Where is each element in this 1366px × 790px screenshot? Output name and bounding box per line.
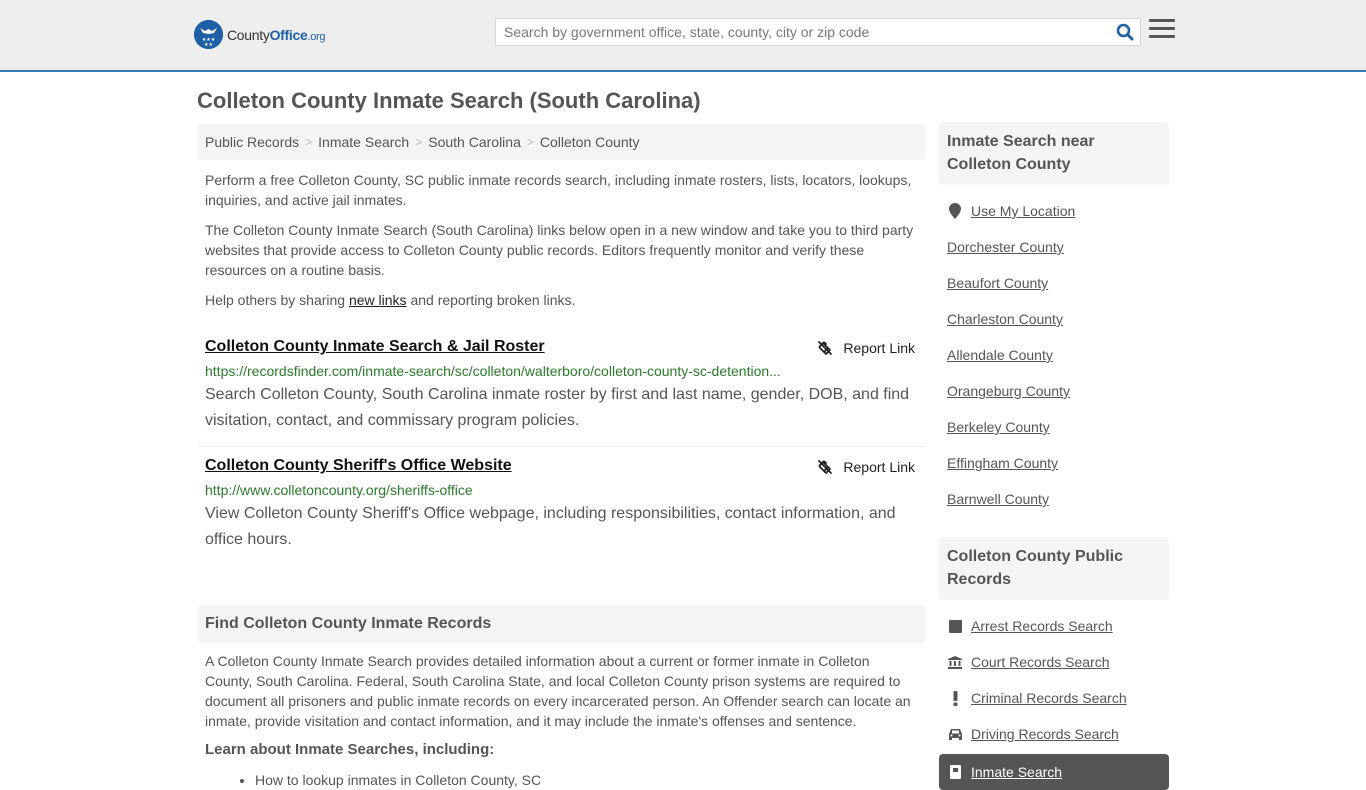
intro-text: Perform a free Colleton County, SC publi… bbox=[197, 170, 925, 310]
nearby-county-link[interactable]: Orangeburg County bbox=[947, 383, 1070, 399]
nearby-county-link[interactable]: Charleston County bbox=[947, 311, 1063, 327]
page-title: Colleton County Inmate Search (South Car… bbox=[197, 88, 701, 113]
eagle-logo-icon: ★★★ ★★ bbox=[194, 20, 223, 49]
new-links-link[interactable]: new links bbox=[349, 292, 407, 308]
public-records-list: Arrest Records Search Court Records Sear… bbox=[939, 608, 1169, 752]
inmate-search-link[interactable]: Inmate Search bbox=[971, 764, 1062, 780]
nearby-item: Dorchester County bbox=[947, 229, 1161, 265]
nearby-county-link[interactable]: Effingham County bbox=[947, 455, 1058, 471]
nearby-item: Allendale County bbox=[947, 337, 1161, 373]
nearby-county-link[interactable]: Beaufort County bbox=[947, 275, 1048, 291]
link-list: Colleton County Inmate Search & Jail Ros… bbox=[197, 328, 925, 565]
record-item: Court Records Search bbox=[947, 644, 1161, 680]
search-button[interactable] bbox=[1110, 19, 1140, 45]
intro-paragraph-3: Help others by sharing new links and rep… bbox=[205, 292, 576, 308]
car-icon bbox=[947, 728, 963, 740]
use-my-location-link[interactable]: Use My Location bbox=[971, 203, 1075, 219]
nearby-heading: Inmate Search near Colleton County bbox=[939, 122, 1169, 185]
breadcrumb-separator: > bbox=[305, 135, 313, 149]
nearby-item: Beaufort County bbox=[947, 265, 1161, 301]
hamburger-menu-icon[interactable] bbox=[1149, 19, 1175, 43]
breadcrumb-inmate-search[interactable]: Inmate Search bbox=[318, 134, 409, 150]
inmate-door-icon bbox=[947, 765, 963, 779]
find-records-heading: Find Colleton County Inmate Records bbox=[197, 605, 925, 643]
main-content: Public Records > Inmate Search > South C… bbox=[197, 124, 925, 788]
link-url: http://www.colletoncounty.org/sheriffs-o… bbox=[205, 482, 473, 498]
courthouse-icon bbox=[947, 655, 963, 669]
nearby-item: Orangeburg County bbox=[947, 373, 1161, 409]
nearby-county-link[interactable]: Dorchester County bbox=[947, 239, 1064, 255]
link-description: Search Colleton County, South Carolina i… bbox=[205, 386, 910, 429]
broken-link-icon bbox=[818, 460, 833, 474]
public-records-heading: Colleton County Public Records bbox=[939, 537, 1169, 600]
arrest-records-link[interactable]: Arrest Records Search bbox=[971, 618, 1113, 634]
nearby-item: Effingham County bbox=[947, 445, 1161, 481]
breadcrumb-current: Colleton County bbox=[539, 134, 640, 150]
map-marker-icon bbox=[947, 203, 963, 219]
book-icon bbox=[947, 619, 963, 633]
link-item: Colleton County Sheriff's Office Website… bbox=[197, 447, 925, 565]
site-header: ★★★ ★★ CountyOffice.org bbox=[0, 0, 1366, 72]
record-item: Driving Records Search bbox=[947, 716, 1161, 752]
report-link-button[interactable]: Report Link bbox=[817, 340, 915, 356]
learn-about-heading: Learn about Inmate Searches, including: bbox=[205, 741, 495, 758]
link-url: https://recordsfinder.com/inmate-search/… bbox=[205, 363, 781, 379]
inmate-search-active-item[interactable]: Inmate Search bbox=[939, 754, 1169, 790]
driving-records-link[interactable]: Driving Records Search bbox=[971, 726, 1119, 742]
list-item: How to lookup inmates in Colleton County… bbox=[255, 772, 917, 788]
search-input[interactable] bbox=[496, 19, 1110, 45]
criminal-records-link[interactable]: Criminal Records Search bbox=[971, 690, 1127, 706]
link-title[interactable]: Colleton County Inmate Search & Jail Ros… bbox=[205, 338, 545, 356]
link-title[interactable]: Colleton County Sheriff's Office Website bbox=[205, 457, 512, 475]
logo-text: CountyOffice.org bbox=[227, 26, 326, 43]
svg-text:★★: ★★ bbox=[204, 42, 213, 48]
learn-about-list: How to lookup inmates in Colleton County… bbox=[205, 772, 917, 788]
report-link-button[interactable]: Report Link bbox=[817, 459, 915, 475]
site-logo[interactable]: ★★★ ★★ CountyOffice.org bbox=[194, 20, 326, 49]
nearby-item: Berkeley County bbox=[947, 409, 1161, 445]
find-records-body: A Colleton County Inmate Search provides… bbox=[197, 651, 925, 788]
intro-paragraph-2: The Colleton County Inmate Search (South… bbox=[205, 222, 914, 278]
breadcrumb: Public Records > Inmate Search > South C… bbox=[197, 124, 925, 160]
nearby-list: Use My Location Dorchester County Beaufo… bbox=[939, 193, 1169, 517]
nearby-county-link[interactable]: Berkeley County bbox=[947, 419, 1050, 435]
breadcrumb-separator: > bbox=[415, 135, 423, 149]
link-description: View Colleton County Sheriff's Office we… bbox=[205, 505, 896, 548]
intro-paragraph-1: Perform a free Colleton County, SC publi… bbox=[205, 172, 912, 208]
search-icon bbox=[1116, 23, 1134, 41]
find-records-paragraph: A Colleton County Inmate Search provides… bbox=[205, 653, 911, 729]
nearby-county-link[interactable]: Barnwell County bbox=[947, 491, 1049, 507]
record-item: Criminal Records Search bbox=[947, 680, 1161, 716]
link-item: Colleton County Inmate Search & Jail Ros… bbox=[197, 328, 925, 447]
breadcrumb-public-records[interactable]: Public Records bbox=[205, 134, 299, 150]
nearby-item: Charleston County bbox=[947, 301, 1161, 337]
use-location-item: Use My Location bbox=[947, 193, 1161, 229]
search-box bbox=[495, 18, 1141, 46]
nearby-item: Barnwell County bbox=[947, 481, 1161, 517]
court-records-link[interactable]: Court Records Search bbox=[971, 654, 1110, 670]
breadcrumb-separator: > bbox=[526, 135, 534, 149]
exclamation-icon bbox=[947, 690, 963, 706]
breadcrumb-south-carolina[interactable]: South Carolina bbox=[428, 134, 521, 150]
nearby-county-link[interactable]: Allendale County bbox=[947, 347, 1053, 363]
broken-link-icon bbox=[818, 341, 833, 355]
record-item: Arrest Records Search bbox=[947, 608, 1161, 644]
sidebar: Inmate Search near Colleton County Use M… bbox=[939, 122, 1169, 790]
